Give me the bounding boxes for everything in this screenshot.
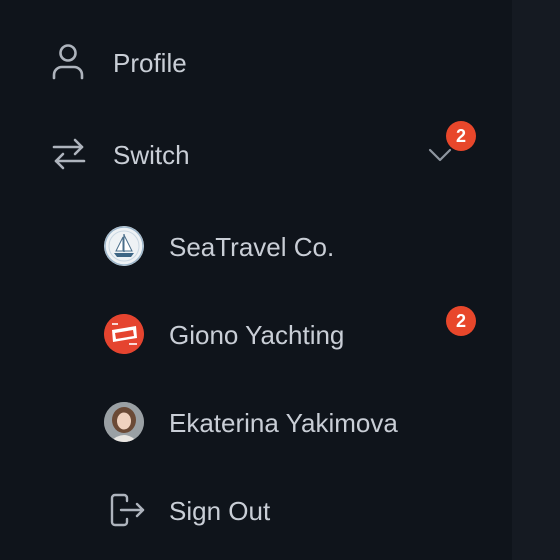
account-item-ekaterina[interactable]: Ekaterina Yakimova [0,392,512,452]
account-item-seatravel[interactable]: SeaTravel Co. [0,216,512,276]
ekaterina-avatar [104,402,144,442]
chevron-down-icon[interactable] [428,148,452,167]
giono-notification-badge: 2 [446,306,476,336]
page-background-right [512,0,560,560]
menu-item-switch[interactable]: Switch 2 [0,121,512,184]
menu-item-sign-out-label: Sign Out [169,496,271,526]
seatravel-avatar [104,226,144,266]
user-icon [52,44,84,85]
menu-item-sign-out[interactable]: Sign Out [0,480,512,540]
switch-arrows-icon [52,137,86,176]
switch-notification-badge: 2 [446,121,476,151]
account-item-seatravel-label: SeaTravel Co. [169,232,335,262]
menu-item-profile[interactable]: Profile [0,32,512,92]
giono-avatar [104,314,144,354]
account-menu: Profile Switch 2 SeaTravel Co. Giono Yac… [0,0,512,560]
menu-item-switch-label: Switch [113,140,190,170]
account-item-giono-label: Giono Yachting [169,320,345,350]
sign-out-icon [110,493,146,532]
menu-item-profile-label: Profile [113,48,187,78]
account-item-ekaterina-label: Ekaterina Yakimova [169,408,398,438]
account-item-giono[interactable]: Giono Yachting 2 [0,304,512,364]
